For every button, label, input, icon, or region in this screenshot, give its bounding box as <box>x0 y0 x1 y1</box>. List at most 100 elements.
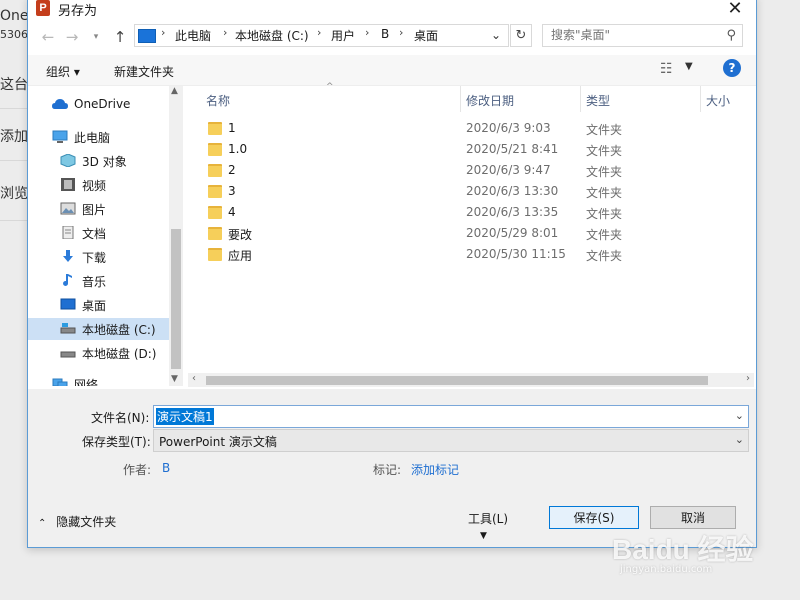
table-row[interactable]: 1 2020/6/3 9:03 文件夹 <box>204 118 724 139</box>
file-name: 1.0 <box>228 142 248 156</box>
breadcrumb-separator-icon[interactable]: › <box>317 26 321 39</box>
nav-item-onedrive[interactable]: OneDrive <box>28 94 183 116</box>
hide-folders-toggle[interactable]: ⌃ 隐藏文件夹 <box>38 513 116 530</box>
filename-input[interactable]: 演示文稿1 ⌄ <box>153 405 749 428</box>
breadcrumb-this-pc[interactable]: 此电脑 <box>175 27 211 44</box>
column-header-name[interactable]: 名称 <box>206 92 230 109</box>
breadcrumb-drive-c[interactable]: 本地磁盘 (C:) <box>235 27 309 44</box>
nav-item-music[interactable]: 音乐 <box>28 270 183 292</box>
scroll-left-icon[interactable]: ‹ <box>192 373 196 384</box>
savetype-value: PowerPoint 演示文稿 <box>159 435 277 449</box>
filename-label: 文件名(N): <box>91 411 150 425</box>
column-header-type[interactable]: 类型 <box>586 92 610 109</box>
breadcrumb-users[interactable]: 用户 <box>331 27 355 44</box>
search-icon[interactable]: ⚲ <box>726 28 736 43</box>
table-row[interactable]: 应用 2020/5/30 11:15 文件夹 <box>204 244 724 265</box>
nav-item-videos[interactable]: 视频 <box>28 174 183 196</box>
chevron-down-icon[interactable]: ⌄ <box>735 433 744 446</box>
recent-chevron-icon[interactable]: ▾ <box>86 27 106 47</box>
up-arrow-icon[interactable]: ↑ <box>110 27 130 47</box>
address-dropdown-icon[interactable]: ⌄ <box>486 24 506 45</box>
video-icon <box>61 178 75 191</box>
view-options-icon[interactable]: ☷ <box>660 61 678 77</box>
scroll-down-icon[interactable]: ▼ <box>171 374 178 384</box>
file-name: 应用 <box>228 249 253 263</box>
forward-arrow-icon[interactable]: → <box>62 27 82 47</box>
view-dropdown-icon[interactable]: ▼ <box>685 61 693 72</box>
table-row[interactable]: 2 2020/6/3 9:47 文件夹 <box>204 160 724 181</box>
close-button[interactable]: ✕ <box>720 0 750 19</box>
refresh-icon[interactable]: ↻ <box>510 24 532 47</box>
savetype-select[interactable]: PowerPoint 演示文稿 ⌄ <box>153 429 749 452</box>
breadcrumb-separator-icon[interactable]: › <box>161 26 165 39</box>
column-divider[interactable] <box>460 86 461 112</box>
column-divider[interactable] <box>700 86 701 112</box>
folder-icon <box>208 248 222 261</box>
tags-label: 标记: <box>373 463 402 477</box>
download-icon <box>63 250 73 262</box>
nav-item-label: 音乐 <box>82 275 107 289</box>
table-row[interactable]: 4 2020/6/3 13:35 文件夹 <box>204 202 724 223</box>
file-date: 2020/6/3 9:03 <box>466 121 551 135</box>
horizontal-scrollbar-thumb[interactable] <box>206 376 708 385</box>
file-name: 4 <box>228 205 236 219</box>
search-box[interactable]: ⚲ <box>542 24 743 47</box>
file-date: 2020/5/30 11:15 <box>466 247 566 261</box>
nav-item-this-pc[interactable]: 此电脑 <box>28 126 183 148</box>
column-divider[interactable] <box>580 86 581 112</box>
nav-item-pictures[interactable]: 图片 <box>28 198 183 220</box>
breadcrumb-separator-icon[interactable]: › <box>365 26 369 39</box>
bg-divider <box>0 160 27 161</box>
organize-menu[interactable]: 组织 ▾ <box>46 63 80 80</box>
column-header-size[interactable]: 大小 <box>706 92 730 109</box>
toolbar: 组织 ▾ 新建文件夹 ☷ ▼ ? <box>28 55 756 86</box>
file-list: ^ 名称 修改日期 类型 大小 1 2020/6/3 9:03 文件夹 1.0 … <box>188 82 754 376</box>
column-header-date[interactable]: 修改日期 <box>466 92 514 109</box>
music-icon <box>63 274 72 286</box>
save-button[interactable]: 保存(S) <box>549 506 639 529</box>
breadcrumb-separator-icon[interactable]: › <box>223 26 227 39</box>
nav-item-downloads[interactable]: 下载 <box>28 246 183 268</box>
table-row[interactable]: 1.0 2020/5/21 8:41 文件夹 <box>204 139 724 160</box>
address-bar[interactable]: › 此电脑 › 本地磁盘 (C:) › 用户 › B › 桌面 <box>134 24 509 47</box>
scroll-up-icon[interactable]: ▲ <box>171 86 178 96</box>
file-date: 2020/5/29 8:01 <box>466 226 559 240</box>
nav-item-label: 文档 <box>82 227 107 241</box>
nav-item-label: 本地磁盘 (C:) <box>82 323 156 337</box>
new-folder-button[interactable]: 新建文件夹 <box>114 63 174 80</box>
file-type: 文件夹 <box>586 228 623 242</box>
nav-item-network[interactable]: 网络 <box>28 373 183 386</box>
cube-icon <box>60 154 76 167</box>
folder-icon <box>208 122 222 135</box>
dialog-title: 另存为 <box>58 4 98 19</box>
title-bar[interactable]: P 另存为 ✕ <box>28 0 756 21</box>
nav-item-label: 视频 <box>82 179 107 193</box>
breadcrumb-separator-icon[interactable]: › <box>399 26 403 39</box>
author-value[interactable]: B <box>162 461 170 475</box>
file-date: 2020/5/21 8:41 <box>466 142 559 156</box>
filename-value[interactable]: 演示文稿1 <box>156 408 214 425</box>
file-type: 文件夹 <box>586 249 623 263</box>
breadcrumb-user-b[interactable]: B <box>381 27 389 41</box>
tags-value[interactable]: 添加标记 <box>411 461 459 478</box>
chevron-up-icon: ⌃ <box>38 518 47 529</box>
search-input[interactable] <box>549 27 723 43</box>
nav-item-3d-objects[interactable]: 3D 对象 <box>28 150 183 172</box>
table-row[interactable]: 3 2020/6/3 13:30 文件夹 <box>204 181 724 202</box>
back-arrow-icon[interactable]: ← <box>38 27 58 47</box>
breadcrumb-desktop[interactable]: 桌面 <box>414 27 438 44</box>
location-icon <box>138 29 156 43</box>
file-name: 要改 <box>228 228 253 242</box>
watermark-logo: Baidu 经验 <box>612 534 754 565</box>
chevron-down-icon[interactable]: ⌄ <box>735 409 744 422</box>
nav-scrollbar-thumb[interactable] <box>171 229 181 369</box>
nav-item-drive-d[interactable]: 本地磁盘 (D:) <box>28 342 183 364</box>
tools-menu[interactable]: 工具(L) ▼ <box>468 510 528 541</box>
nav-item-desktop[interactable]: 桌面 <box>28 294 183 316</box>
nav-item-drive-c[interactable]: 本地磁盘 (C:) <box>28 318 183 340</box>
help-icon[interactable]: ? <box>723 59 741 77</box>
table-row[interactable]: 要改 2020/5/29 8:01 文件夹 <box>204 223 724 244</box>
scroll-right-icon[interactable]: › <box>746 373 750 384</box>
nav-item-documents[interactable]: 文档 <box>28 222 183 244</box>
cancel-button[interactable]: 取消 <box>650 506 736 529</box>
